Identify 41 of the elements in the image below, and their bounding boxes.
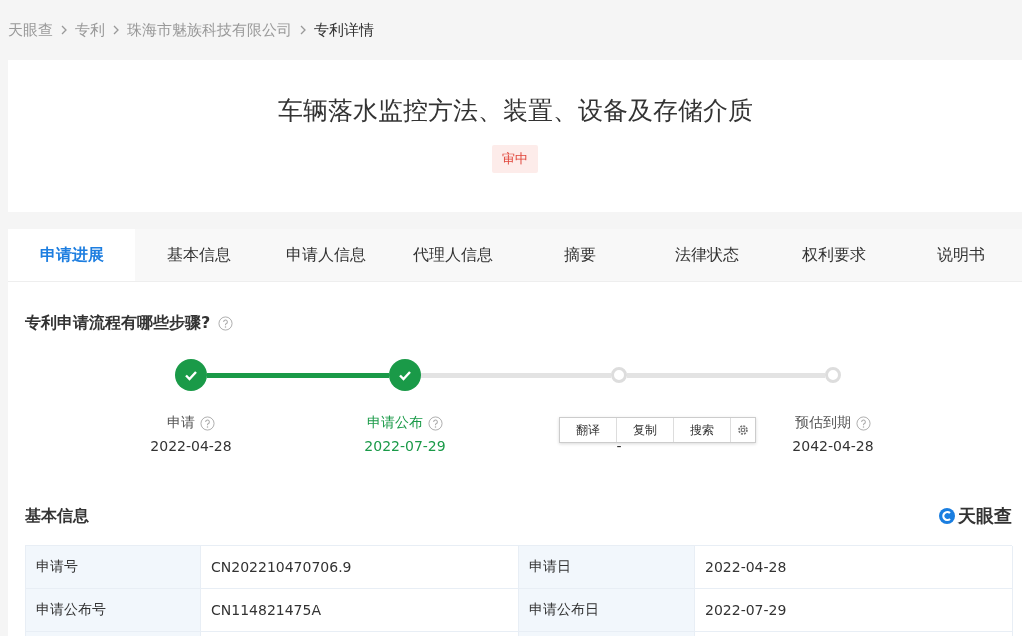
help-icon[interactable] (856, 415, 871, 431)
section-heading: 专利申请流程有哪些步骤? (25, 312, 211, 334)
chevron-right-icon (111, 24, 121, 36)
help-icon[interactable] (218, 315, 234, 331)
popup-button[interactable]: 翻译 (560, 418, 617, 442)
table-header-cell: 申请公布日 (519, 589, 695, 632)
patent-title: 车辆落水监控方法、装置、设备及存储介质 (277, 95, 753, 127)
tab[interactable]: 权利要求 (770, 229, 897, 281)
table-cell: 2022-07-29 (695, 589, 1013, 632)
table-cell: CN114821475A (201, 589, 519, 632)
tab[interactable]: 法律状态 (643, 229, 770, 281)
table-header-cell: 申请日 (519, 546, 695, 589)
tab[interactable]: 代理人信息 (389, 229, 516, 281)
step-date: 2022-04-28 (150, 438, 232, 454)
step-date: 2042-04-28 (792, 438, 874, 454)
tab[interactable]: 基本信息 (135, 229, 262, 281)
settings-button[interactable] (731, 418, 755, 442)
step-label: 申请 (167, 414, 195, 432)
step-date: 2022-07-29 (364, 438, 446, 454)
step-label: 预估到期 (795, 414, 851, 432)
popup-button[interactable]: 搜索 (674, 418, 731, 442)
table-cell: 2022-04-28 (695, 546, 1013, 589)
logo-text: 天眼查 (958, 504, 1012, 528)
status-tag: 审中 (492, 145, 538, 173)
breadcrumb-link[interactable]: 专利详情 (314, 20, 374, 40)
help-icon[interactable] (200, 415, 215, 431)
table-cell: CN202210470706.9 (201, 546, 519, 589)
tab[interactable]: 申请人信息 (262, 229, 389, 281)
table-header-cell: 申请号 (26, 546, 201, 589)
chevron-right-icon (59, 24, 69, 36)
gear-icon (736, 423, 750, 437)
popup-button[interactable]: 复制 (617, 418, 674, 442)
logo-icon (938, 507, 956, 525)
tab[interactable]: 申请进展 (8, 229, 135, 281)
tab[interactable]: 摘要 (516, 229, 643, 281)
table-header-cell: 申请公布号 (26, 589, 201, 632)
chevron-right-icon (298, 24, 308, 36)
step-label: 申请公布 (367, 414, 423, 432)
section-heading: 基本信息 (25, 505, 89, 527)
tab[interactable]: 说明书 (897, 229, 1022, 281)
help-icon[interactable] (428, 415, 443, 431)
